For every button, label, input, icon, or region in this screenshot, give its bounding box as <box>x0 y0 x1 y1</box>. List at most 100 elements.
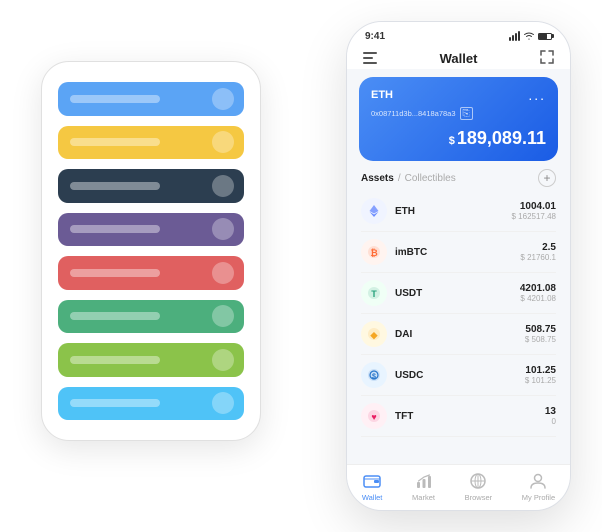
nav-label-profile: My Profile <box>522 493 555 502</box>
card-row[interactable] <box>58 387 244 421</box>
nav-item-wallet[interactable]: Wallet <box>362 471 383 502</box>
eth-card-menu-dots[interactable]: ... <box>528 87 546 103</box>
svg-text:♥: ♥ <box>371 412 376 422</box>
asset-values-usdt: 4201.08 $ 4201.08 <box>520 283 556 303</box>
card-row[interactable] <box>58 213 244 247</box>
asset-amount-usdt: 4201.08 <box>520 283 556 294</box>
asset-values-eth: 1004.01 $ 162517.48 <box>512 201 557 221</box>
battery-icon <box>538 33 552 40</box>
card-icon-4 <box>212 218 234 240</box>
asset-item-usdc[interactable]: $ USDC 101.25 $ 101.25 <box>361 355 556 396</box>
tab-assets[interactable]: Assets <box>361 173 394 184</box>
asset-icon-tft: ♥ <box>361 403 387 429</box>
asset-name-tft: TFT <box>395 411 545 422</box>
nav-item-browser[interactable]: Browser <box>465 471 493 502</box>
asset-usd-dai: $ 508.75 <box>525 335 556 344</box>
card-row[interactable] <box>58 343 244 377</box>
phone-back <box>41 61 261 441</box>
assets-header: Assets / Collectibles + <box>347 161 570 191</box>
asset-amount-eth: 1004.01 <box>512 201 557 212</box>
svg-text:◆: ◆ <box>370 330 379 340</box>
asset-name-usdc: USDC <box>395 370 525 381</box>
market-icon <box>414 471 434 491</box>
nav-label-browser: Browser <box>465 493 493 502</box>
status-time: 9:41 <box>365 31 385 42</box>
asset-icon-eth <box>361 198 387 224</box>
card-label-3 <box>70 182 160 190</box>
asset-amount-dai: 508.75 <box>525 324 556 335</box>
asset-list: ETH 1004.01 $ 162517.48 ₿ imBTC 2.5 $ 21… <box>347 191 570 464</box>
status-icons <box>509 30 552 42</box>
nav-item-market[interactable]: Market <box>412 471 435 502</box>
wifi-icon <box>523 30 535 42</box>
asset-item-tft[interactable]: ♥ TFT 13 0 <box>361 396 556 437</box>
card-icon-7 <box>212 349 234 371</box>
status-bar: 9:41 <box>347 22 570 46</box>
asset-values-usdc: 101.25 $ 101.25 <box>525 365 556 385</box>
asset-values-tft: 13 0 <box>545 406 556 426</box>
svg-text:T: T <box>371 289 377 299</box>
eth-wallet-card[interactable]: ETH ... 0x08711d3b...8418a78a3 ⎘ $189,08… <box>359 77 558 161</box>
card-label-2 <box>70 138 160 146</box>
add-asset-button[interactable]: + <box>538 169 556 187</box>
asset-item-imbtc[interactable]: ₿ imBTC 2.5 $ 21760.1 <box>361 232 556 273</box>
card-label-5 <box>70 269 160 277</box>
card-icon-8 <box>212 392 234 414</box>
asset-item-eth[interactable]: ETH 1004.01 $ 162517.48 <box>361 191 556 232</box>
asset-item-dai[interactable]: ◆ DAI 508.75 $ 508.75 <box>361 314 556 355</box>
asset-amount-usdc: 101.25 <box>525 365 556 376</box>
asset-amount-imbtc: 2.5 <box>520 242 556 253</box>
card-row[interactable] <box>58 169 244 203</box>
phone-front: 9:41 <box>346 21 571 511</box>
card-icon-2 <box>212 131 234 153</box>
profile-icon <box>528 471 548 491</box>
wallet-icon <box>362 471 382 491</box>
asset-icon-usdc: $ <box>361 362 387 388</box>
card-row[interactable] <box>58 126 244 160</box>
asset-usd-eth: $ 162517.48 <box>512 212 557 221</box>
scene: 9:41 <box>11 11 591 521</box>
nav-item-profile[interactable]: My Profile <box>522 471 555 502</box>
signal-icon <box>509 31 520 41</box>
eth-card-address: 0x08711d3b...8418a78a3 ⎘ <box>371 107 546 120</box>
asset-values-imbtc: 2.5 $ 21760.1 <box>520 242 556 262</box>
browser-icon <box>468 471 488 491</box>
card-icon-6 <box>212 305 234 327</box>
asset-icon-dai: ◆ <box>361 321 387 347</box>
asset-usd-tft: 0 <box>545 417 556 426</box>
nav-label-market: Market <box>412 493 435 502</box>
asset-name-usdt: USDT <box>395 288 520 299</box>
card-label-4 <box>70 225 160 233</box>
asset-icon-usdt: T <box>361 280 387 306</box>
card-label-6 <box>70 312 160 320</box>
asset-usd-imbtc: $ 21760.1 <box>520 253 556 262</box>
asset-amount-tft: 13 <box>545 406 556 417</box>
asset-usd-usdt: $ 4201.08 <box>520 294 556 303</box>
expand-icon[interactable] <box>540 50 554 67</box>
eth-card-header: ETH ... <box>371 87 546 103</box>
asset-usd-usdc: $ 101.25 <box>525 376 556 385</box>
asset-name-imbtc: imBTC <box>395 247 520 258</box>
phone-navbar: Wallet <box>347 46 570 69</box>
card-row[interactable] <box>58 300 244 334</box>
asset-name-eth: ETH <box>395 206 512 217</box>
nav-label-wallet: Wallet <box>362 493 383 502</box>
card-label-7 <box>70 356 160 364</box>
asset-icon-imbtc: ₿ <box>361 239 387 265</box>
card-icon-5 <box>212 262 234 284</box>
asset-name-dai: DAI <box>395 329 525 340</box>
copy-icon[interactable]: ⎘ <box>460 107 473 120</box>
menu-icon[interactable] <box>363 51 377 67</box>
asset-item-usdt[interactable]: T USDT 4201.08 $ 4201.08 <box>361 273 556 314</box>
svg-text:₿: ₿ <box>370 248 377 258</box>
card-row[interactable] <box>58 82 244 116</box>
card-label-1 <box>70 95 160 103</box>
card-icon-3 <box>212 175 234 197</box>
card-icon-1 <box>212 88 234 110</box>
tab-collectibles[interactable]: Collectibles <box>405 173 456 184</box>
bottom-nav: Wallet Market <box>347 464 570 510</box>
tab-separator: / <box>398 173 401 184</box>
page-title: Wallet <box>440 51 478 66</box>
card-row[interactable] <box>58 256 244 290</box>
assets-tabs: Assets / Collectibles <box>361 173 456 184</box>
